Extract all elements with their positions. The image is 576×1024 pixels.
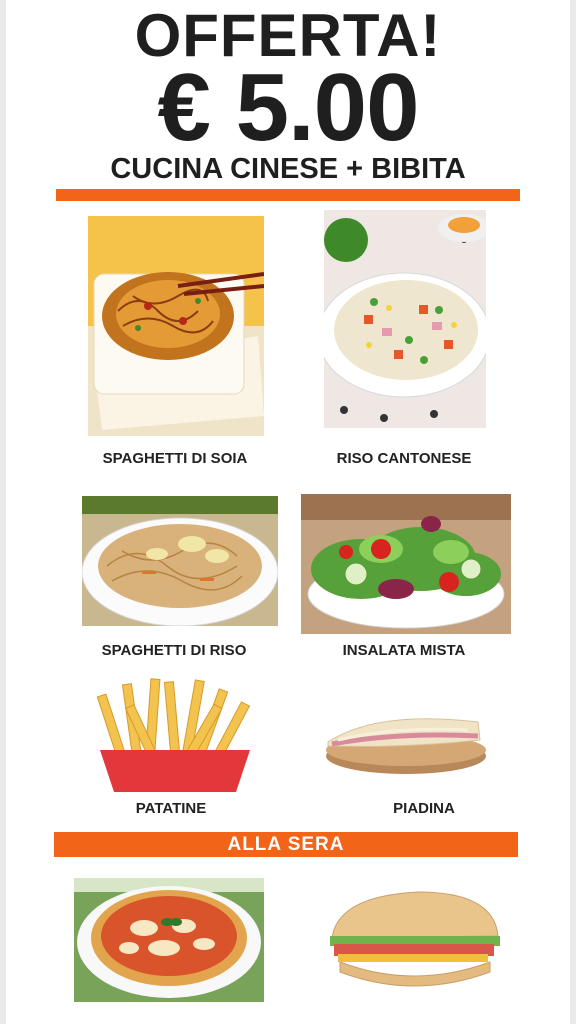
cantonese-rice-image xyxy=(324,210,486,428)
mixed-salad-image xyxy=(301,494,511,634)
evening-banner: ALLA SERA xyxy=(54,832,518,857)
item-label: INSALATA MISTA xyxy=(342,642,466,659)
price: € 5.00 xyxy=(157,54,420,161)
item-label: PIADINA xyxy=(393,800,455,817)
sandwich-image xyxy=(318,878,504,1002)
item-label: RISO CANTONESE xyxy=(336,450,472,467)
piadina-image xyxy=(318,700,494,780)
french-fries-image xyxy=(88,674,258,794)
flyer: OFFERTA! € 5.00 CUCINA CINESE + BIBITA S… xyxy=(6,0,570,1024)
item-label: SPAGHETTI DI SOIA xyxy=(102,450,248,467)
pizza-image xyxy=(74,878,264,1002)
orange-divider xyxy=(56,189,520,201)
item-label: SPAGHETTI DI RISO xyxy=(101,642,247,659)
rice-noodles-image xyxy=(82,496,278,626)
soy-noodles-image xyxy=(88,216,264,436)
item-label: PATATINE xyxy=(135,800,207,817)
subtitle: CUCINA CINESE + BIBITA xyxy=(110,153,466,185)
